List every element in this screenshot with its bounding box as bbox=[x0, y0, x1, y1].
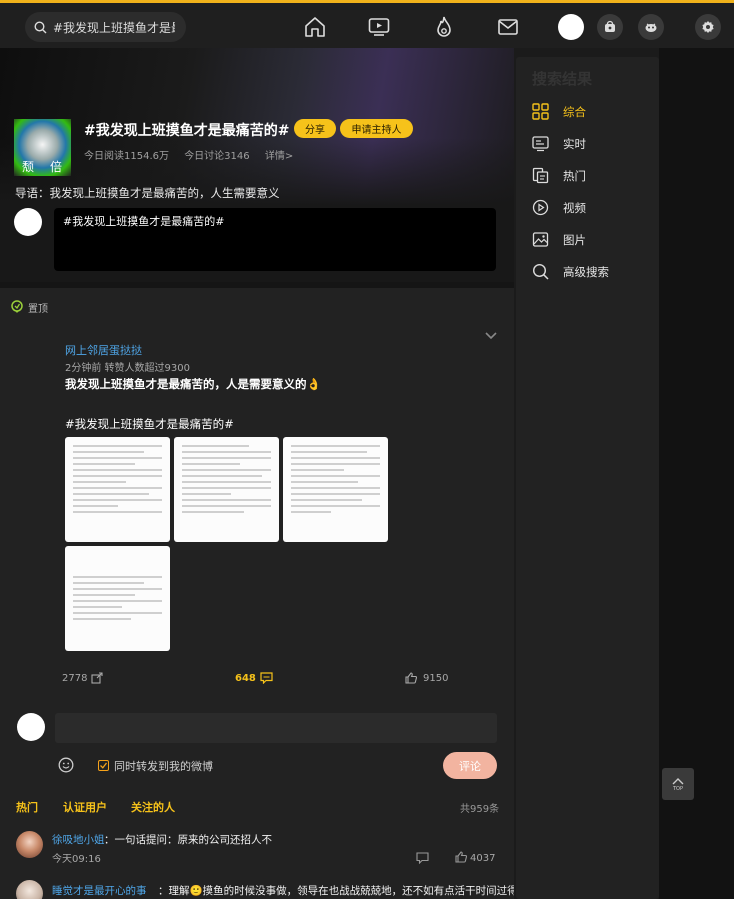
topic-guide: 导语：我发现上班摸鱼才是最痛苦的，人生需要意义 bbox=[15, 186, 280, 200]
post-button[interactable] bbox=[597, 14, 623, 40]
search-icon bbox=[34, 20, 47, 33]
main-content: 颓 倍 #我发现上班摸鱼才是最痛苦的# 分享 申请主持人 今日阅读1154.6万… bbox=[0, 48, 514, 899]
chevron-down-icon[interactable] bbox=[484, 331, 498, 341]
game-button[interactable] bbox=[638, 14, 664, 40]
repost-action[interactable]: 2778 bbox=[62, 672, 104, 684]
comment-text: ：理解🙂摸鱼的时候没事做，领导在也战战兢兢地，还不如有点活干时间过得特 bbox=[158, 885, 514, 897]
search-box[interactable] bbox=[25, 12, 186, 42]
tab-following[interactable]: 关注的人 bbox=[131, 799, 175, 815]
post-image[interactable] bbox=[283, 437, 388, 542]
hot-list-icon bbox=[532, 167, 549, 184]
sidebar-item-hot[interactable]: 热门 bbox=[532, 167, 586, 184]
settings-icon bbox=[702, 21, 714, 33]
post-meta: 2分钟前 转赞人数超过9300 bbox=[65, 363, 190, 374]
settings-button[interactable] bbox=[695, 14, 721, 40]
search-input[interactable] bbox=[53, 20, 175, 34]
pinned-label: 置顶 bbox=[28, 304, 48, 315]
post-image[interactable] bbox=[174, 437, 279, 542]
sidebar-item-realtime[interactable]: 实时 bbox=[532, 135, 586, 152]
host-post-box: #我发现上班摸鱼才是最痛苦的# bbox=[54, 208, 496, 271]
repost-checkbox[interactable] bbox=[98, 760, 109, 771]
checkmark-icon bbox=[100, 762, 108, 769]
pin-icon bbox=[11, 300, 23, 313]
message-icon[interactable] bbox=[496, 15, 520, 39]
comment-avatar[interactable] bbox=[16, 880, 43, 899]
arrow-up-icon bbox=[672, 777, 684, 784]
host-post-text: #我发现上班摸鱼才是最痛苦的# bbox=[63, 215, 225, 228]
topic-thumbnail: 颓 倍 bbox=[14, 119, 71, 176]
profile-avatar[interactable] bbox=[558, 14, 584, 40]
details-link[interactable]: 详情> bbox=[265, 151, 293, 162]
image-icon bbox=[532, 232, 549, 247]
comment-author[interactable]: 睡觉才是最开心的事 bbox=[52, 883, 147, 898]
comment-total: 共959条 bbox=[460, 804, 500, 815]
repost-count: 2778 bbox=[62, 672, 88, 684]
topic-stats: 今日阅读1154.6万 今日讨论3146 详情> bbox=[84, 147, 305, 162]
realtime-icon bbox=[532, 136, 549, 152]
back-to-top-label: TOP bbox=[672, 785, 683, 792]
comment-input[interactable] bbox=[55, 713, 497, 743]
sidebar-title: 搜索结果 bbox=[532, 70, 593, 88]
section-divider bbox=[0, 282, 514, 288]
topic-title: #我发现上班摸鱼才是最痛苦的# bbox=[84, 123, 290, 139]
sidebar-item-overall[interactable]: 综合 bbox=[532, 103, 586, 120]
comment-like-count: 4037 bbox=[470, 853, 496, 864]
post-author[interactable]: 网上邻居蛋挞挞 bbox=[65, 342, 142, 358]
repost-icon bbox=[91, 672, 104, 684]
search-results-sidebar: 搜索结果 综合 实时 热门 视频 图片 高级搜索 bbox=[516, 57, 659, 899]
host-avatar[interactable] bbox=[14, 208, 42, 236]
post-image[interactable] bbox=[65, 546, 170, 651]
advanced-search-icon bbox=[532, 263, 549, 280]
repost-label[interactable]: 同时转发到我的微博 bbox=[114, 758, 213, 774]
back-to-top-button[interactable]: TOP bbox=[662, 768, 694, 800]
home-icon[interactable] bbox=[303, 15, 327, 39]
reply-icon[interactable] bbox=[416, 852, 429, 864]
tab-verified[interactable]: 认证用户 bbox=[63, 799, 107, 815]
comment-icon bbox=[260, 672, 273, 684]
emoji-icon[interactable] bbox=[58, 757, 74, 773]
sidebar-item-advanced-search[interactable]: 高级搜索 bbox=[532, 263, 609, 280]
share-button[interactable]: 分享 bbox=[294, 119, 336, 138]
comment-like-icon[interactable] bbox=[455, 851, 467, 863]
read-count: 今日阅读1154.6万 bbox=[84, 151, 169, 162]
like-action[interactable]: 9150 bbox=[405, 672, 448, 684]
post-hashtag[interactable]: #我发现上班摸鱼才是最痛苦的# bbox=[65, 416, 234, 432]
grid-icon bbox=[532, 103, 549, 120]
post-text: 我发现上班摸鱼才是最痛苦的，人是需要意义的👌 bbox=[65, 377, 321, 391]
sidebar-item-video[interactable]: 视频 bbox=[532, 199, 586, 216]
comment-avatar[interactable] bbox=[16, 831, 43, 858]
like-count: 9150 bbox=[423, 672, 449, 684]
hot-icon[interactable] bbox=[432, 15, 456, 39]
discuss-count: 今日讨论3146 bbox=[184, 151, 250, 162]
like-icon bbox=[405, 672, 417, 684]
current-user-avatar[interactable] bbox=[17, 713, 45, 741]
sidebar-item-images[interactable]: 图片 bbox=[532, 231, 586, 248]
video-play-icon bbox=[532, 199, 549, 216]
comment-time: 今天09:16 bbox=[52, 854, 101, 865]
comment-author[interactable]: 徐吸地小姐 bbox=[52, 832, 105, 847]
game-icon bbox=[645, 23, 657, 32]
comment-text: ：一句话提问：原来的公司还招人不 bbox=[104, 834, 272, 846]
apply-host-button[interactable]: 申请主持人 bbox=[340, 119, 413, 138]
submit-comment-button[interactable]: 评论 bbox=[443, 752, 497, 779]
post-icon bbox=[605, 20, 615, 32]
tab-hot[interactable]: 热门 bbox=[16, 799, 38, 815]
video-icon[interactable] bbox=[367, 15, 391, 39]
comment-count: 648 bbox=[235, 672, 256, 684]
comment-action[interactable]: 648 bbox=[235, 672, 273, 684]
top-navigation-bar bbox=[0, 3, 734, 48]
post-image[interactable] bbox=[65, 437, 170, 542]
